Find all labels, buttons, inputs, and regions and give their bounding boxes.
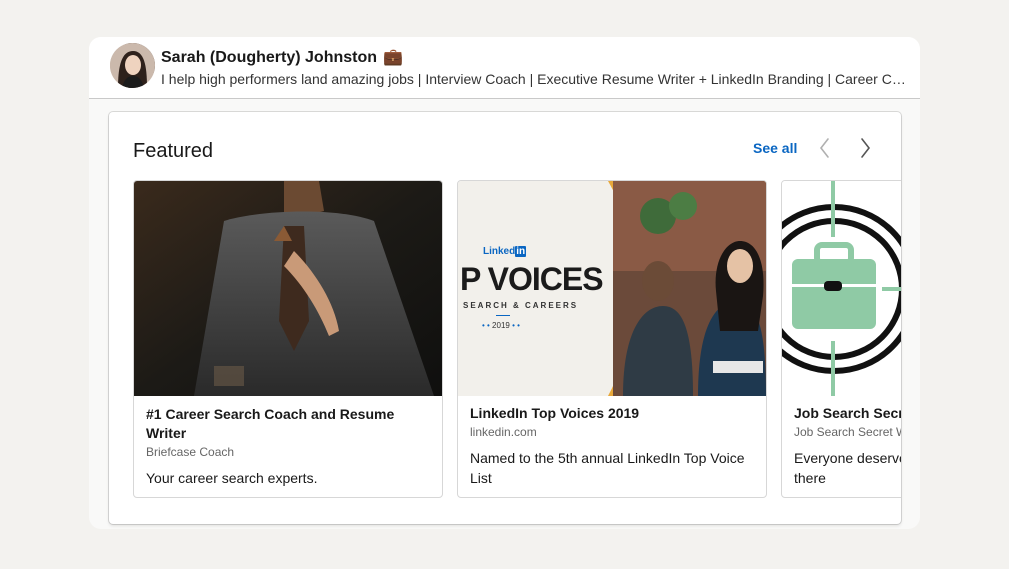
carousel-prev-button[interactable] — [811, 134, 839, 162]
featured-item-title: LinkedIn Top Voices 2019 — [470, 405, 640, 421]
featured-item-body: #1 Career Search Coach and Resume Writer… — [146, 405, 431, 488]
featured-item-description: Named to the 5th annual LinkedIn Top Voi… — [470, 450, 745, 486]
linkedin-logo: Linkedin — [483, 246, 527, 257]
featured-item-body: Job Search Secret Job Search Secret Weap… — [794, 404, 901, 488]
featured-title: Featured — [133, 140, 214, 162]
featured-item-title: Job Search Secret — [794, 405, 901, 421]
image-headline: P VOICES — [460, 261, 604, 297]
carousel-next-button[interactable] — [851, 134, 879, 162]
avatar-photo — [110, 43, 155, 88]
featured-item-description: Your career search experts. — [146, 470, 318, 486]
featured-item-source: Job Search Secret Weapon — [794, 425, 901, 439]
briefcase-icon: 💼 — [383, 49, 403, 66]
chevron-right-icon — [861, 138, 871, 158]
featured-item-image — [782, 181, 901, 396]
chevron-left-icon — [819, 138, 829, 158]
profile-panel: Sarah (Dougherty) Johnston 💼 I help high … — [89, 37, 920, 529]
profile-header: Sarah (Dougherty) Johnston 💼 I help high … — [89, 37, 920, 99]
featured-item-career-coach[interactable]: #1 Career Search Coach and Resume Writer… — [133, 180, 443, 498]
image-subhead: SEARCH & CAREERS — [463, 301, 579, 310]
profile-name-text: Sarah (Dougherty) Johnston — [161, 49, 378, 66]
featured-item-body: LinkedIn Top Voices 2019 linkedin.com Na… — [470, 404, 755, 488]
featured-item-source: linkedin.com — [470, 425, 537, 439]
profile-name[interactable]: Sarah (Dougherty) Johnston 💼 — [161, 47, 403, 67]
featured-item-description: Everyone deserves a great job, often get… — [794, 450, 901, 486]
featured-item-top-voices[interactable]: Linkedin P VOICES SEARCH & CAREERS • • 2… — [457, 180, 767, 498]
featured-item-source: Briefcase Coach — [146, 445, 235, 459]
featured-item-image — [134, 181, 442, 396]
avatar[interactable] — [110, 43, 155, 88]
profile-headline: I help high performers land amazing jobs… — [161, 71, 906, 87]
featured-item-image: Linkedin P VOICES SEARCH & CAREERS • • 2… — [458, 181, 766, 396]
featured-section: Featured See all #1 Career Search Coach … — [109, 112, 901, 524]
featured-item-job-search-secret[interactable]: Job Search Secret Job Search Secret Weap… — [781, 180, 901, 498]
featured-item-title: #1 Career Search Coach and Resume Writer — [146, 406, 395, 441]
image-year: • • 2019 • • — [482, 321, 520, 330]
see-all-link[interactable]: See all — [753, 140, 797, 156]
featured-carousel: #1 Career Search Coach and Resume Writer… — [133, 180, 901, 500]
